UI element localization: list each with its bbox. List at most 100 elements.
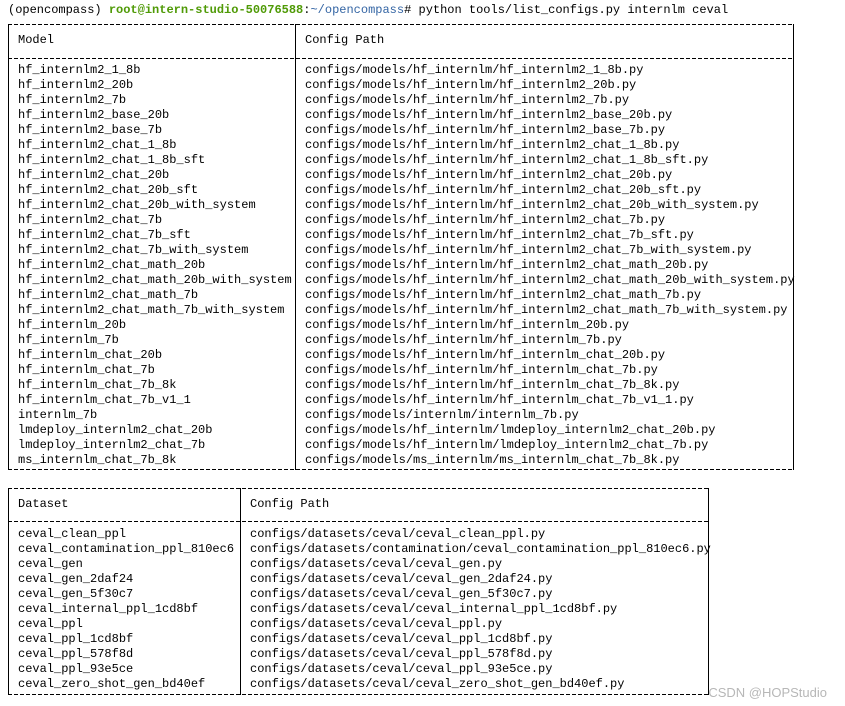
table-cell-config-path: configs/models/hf_internlm/hf_internlm_c… xyxy=(305,378,680,392)
table-cell-name: ceval_internal_ppl_1cd8bf xyxy=(18,602,199,616)
table-cell-config-path: configs/models/hf_internlm/hf_internlm2_… xyxy=(305,198,759,212)
table-cell-config-path: configs/models/hf_internlm/hf_internlm2_… xyxy=(305,288,702,302)
table-cell-config-path: configs/datasets/ceval/ceval_gen_5f30c7.… xyxy=(250,587,553,601)
datasets-table: Dataset Config Path ceval_clean_pplconfi… xyxy=(8,488,711,695)
table-cell-config-path: configs/datasets/ceval/ceval_zero_shot_g… xyxy=(250,677,625,691)
table-cell-name: hf_internlm2_chat_20b_with_system xyxy=(18,198,256,212)
table-cell-name: ceval_ppl_93e5ce xyxy=(18,662,134,676)
table-cell-config-path: configs/models/hf_internlm/hf_internlm2_… xyxy=(305,273,795,287)
table-cell-name: hf_internlm_chat_7b xyxy=(18,363,155,377)
table-cell-name: ceval_zero_shot_gen_bd40ef xyxy=(18,677,206,691)
table-bottom-border xyxy=(8,469,794,470)
table-cell-name: ms_internlm_chat_7b_8k xyxy=(18,453,177,467)
watermark: CSDN @HOPStudio xyxy=(708,685,827,700)
prompt-env: (opencompass) xyxy=(8,3,102,17)
table-cell-config-path: configs/models/hf_internlm/hf_internlm2_… xyxy=(305,168,673,182)
table-cell-name: hf_internlm2_chat_math_7b_with_system xyxy=(18,303,285,317)
column-header-config-path: Config Path xyxy=(305,33,385,47)
column-header-dataset: Dataset xyxy=(18,497,69,511)
table-cell-name: lmdeploy_internlm2_chat_7b xyxy=(18,438,206,452)
table-cell-config-path: configs/models/hf_internlm/hf_internlm2_… xyxy=(305,108,673,122)
table-cell-config-path: configs/models/hf_internlm/hf_internlm2_… xyxy=(305,78,637,92)
table-cell-name: ceval_ppl_578f8d xyxy=(18,647,134,661)
table-cell-config-path: configs/models/hf_internlm/hf_internlm_c… xyxy=(305,348,666,362)
table-cell-name: hf_internlm2_base_20b xyxy=(18,108,170,122)
table-cell-config-path: configs/datasets/ceval/ceval_ppl_93e5ce.… xyxy=(250,662,553,676)
table-cell-config-path: configs/models/hf_internlm/hf_internlm2_… xyxy=(305,153,709,167)
table-cell-config-path: configs/models/hf_internlm/hf_internlm2_… xyxy=(305,93,630,107)
table-cell-config-path: configs/models/hf_internlm/hf_internlm2_… xyxy=(305,138,680,152)
table-cell-name: hf_internlm_chat_7b_8k xyxy=(18,378,177,392)
table-right-border xyxy=(708,488,709,695)
table-cell-config-path: configs/models/hf_internlm/hf_internlm2_… xyxy=(305,183,702,197)
column-header-config-path: Config Path xyxy=(250,497,330,511)
command-text: python tools/list_configs.py internlm ce… xyxy=(418,3,729,17)
table-cell-name: hf_internlm_7b xyxy=(18,333,119,347)
table-cell-name: lmdeploy_internlm2_chat_20b xyxy=(18,423,213,437)
table-cell-config-path: configs/models/hf_internlm/hf_internlm2_… xyxy=(305,243,752,257)
table-cell-name: hf_internlm2_chat_20b_sft xyxy=(18,183,199,197)
table-cell-config-path: configs/datasets/ceval/ceval_ppl_1cd8bf.… xyxy=(250,632,553,646)
table-cell-name: hf_internlm2_chat_7b xyxy=(18,213,163,227)
table-cell-config-path: configs/models/hf_internlm/hf_internlm_2… xyxy=(305,318,630,332)
table-cell-config-path: configs/models/hf_internlm/lmdeploy_inte… xyxy=(305,438,709,452)
table-cell-name: hf_internlm2_chat_1_8b_sft xyxy=(18,153,206,167)
table-cell-name: hf_internlm2_chat_7b_with_system xyxy=(18,243,249,257)
table-cell-name: hf_internlm_chat_20b xyxy=(18,348,163,362)
models-table: Model Config Path hf_internlm2_1_8bconfi… xyxy=(8,24,795,470)
table-cell-name: hf_internlm2_20b xyxy=(18,78,134,92)
table-top-border xyxy=(8,24,794,25)
table-header-separator xyxy=(8,58,794,59)
table-cell-config-path: configs/models/hf_internlm/hf_internlm2_… xyxy=(305,123,666,137)
table-cell-name: hf_internlm2_7b xyxy=(18,93,127,107)
table-column-divider xyxy=(295,24,296,470)
table-cell-config-path: configs/models/hf_internlm/hf_internlm2_… xyxy=(305,213,666,227)
table-cell-config-path: configs/models/hf_internlm/hf_internlm2_… xyxy=(305,303,788,317)
table-cell-config-path: configs/models/hf_internlm/hf_internlm_c… xyxy=(305,363,658,377)
table-cell-name: ceval_gen xyxy=(18,557,83,571)
prompt-hash: # xyxy=(404,3,412,17)
table-cell-config-path: configs/models/hf_internlm/lmdeploy_inte… xyxy=(305,423,716,437)
table-cell-name: hf_internlm2_chat_7b_sft xyxy=(18,228,191,242)
table-top-border xyxy=(8,488,709,489)
table-left-border xyxy=(8,488,9,695)
table-cell-name: internlm_7b xyxy=(18,408,98,422)
table-cell-name: hf_internlm2_base_7b xyxy=(18,123,163,137)
table-cell-config-path: configs/datasets/ceval/ceval_ppl.py xyxy=(250,617,503,631)
column-header-model: Model xyxy=(18,33,55,47)
table-cell-config-path: configs/datasets/ceval/ceval_gen_2daf24.… xyxy=(250,572,553,586)
table-cell-name: hf_internlm2_chat_math_20b xyxy=(18,258,206,272)
table-cell-name: hf_internlm2_1_8b xyxy=(18,63,141,77)
table-cell-config-path: configs/models/hf_internlm/hf_internlm_7… xyxy=(305,333,622,347)
table-header-separator xyxy=(8,521,709,522)
terminal-prompt-line: (opencompass) root@intern-studio-5007658… xyxy=(8,3,728,18)
table-bottom-border xyxy=(8,694,709,695)
table-cell-config-path: configs/models/internlm/internlm_7b.py xyxy=(305,408,579,422)
table-cell-config-path: configs/datasets/ceval/ceval_ppl_578f8d.… xyxy=(250,647,553,661)
table-cell-name: ceval_clean_ppl xyxy=(18,527,127,541)
prompt-user-host: root@intern-studio-50076588 xyxy=(108,3,304,17)
prompt-path: ~/opencompass xyxy=(310,3,405,17)
table-cell-name: hf_internlm2_chat_1_8b xyxy=(18,138,177,152)
table-cell-config-path: configs/models/hf_internlm/hf_internlm2_… xyxy=(305,258,709,272)
table-cell-name: hf_internlm2_chat_20b xyxy=(18,168,170,182)
table-cell-name: hf_internlm2_chat_math_20b_with_system xyxy=(18,273,292,287)
table-cell-name: hf_internlm_20b xyxy=(18,318,127,332)
table-cell-config-path: configs/datasets/ceval/ceval_clean_ppl.p… xyxy=(250,527,546,541)
table-cell-name: ceval_gen_5f30c7 xyxy=(18,587,134,601)
table-cell-name: hf_internlm_chat_7b_v1_1 xyxy=(18,393,191,407)
table-cell-config-path: configs/datasets/contamination/ceval_con… xyxy=(250,542,711,556)
table-cell-name: ceval_ppl xyxy=(18,617,83,631)
table-cell-name: ceval_ppl_1cd8bf xyxy=(18,632,134,646)
table-cell-config-path: configs/models/hf_internlm/hf_internlm2_… xyxy=(305,228,694,242)
table-cell-config-path: configs/models/ms_internlm/ms_internlm_c… xyxy=(305,453,680,467)
table-cell-config-path: configs/models/hf_internlm/hf_internlm_c… xyxy=(305,393,694,407)
table-cell-name: ceval_contamination_ppl_810ec6 xyxy=(18,542,235,556)
table-column-divider xyxy=(240,488,241,695)
table-right-border xyxy=(793,24,794,470)
table-cell-name: ceval_gen_2daf24 xyxy=(18,572,134,586)
table-left-border xyxy=(8,24,9,470)
table-cell-name: hf_internlm2_chat_math_7b xyxy=(18,288,199,302)
table-cell-config-path: configs/datasets/ceval/ceval_internal_pp… xyxy=(250,602,618,616)
table-cell-config-path: configs/datasets/ceval/ceval_gen.py xyxy=(250,557,503,571)
